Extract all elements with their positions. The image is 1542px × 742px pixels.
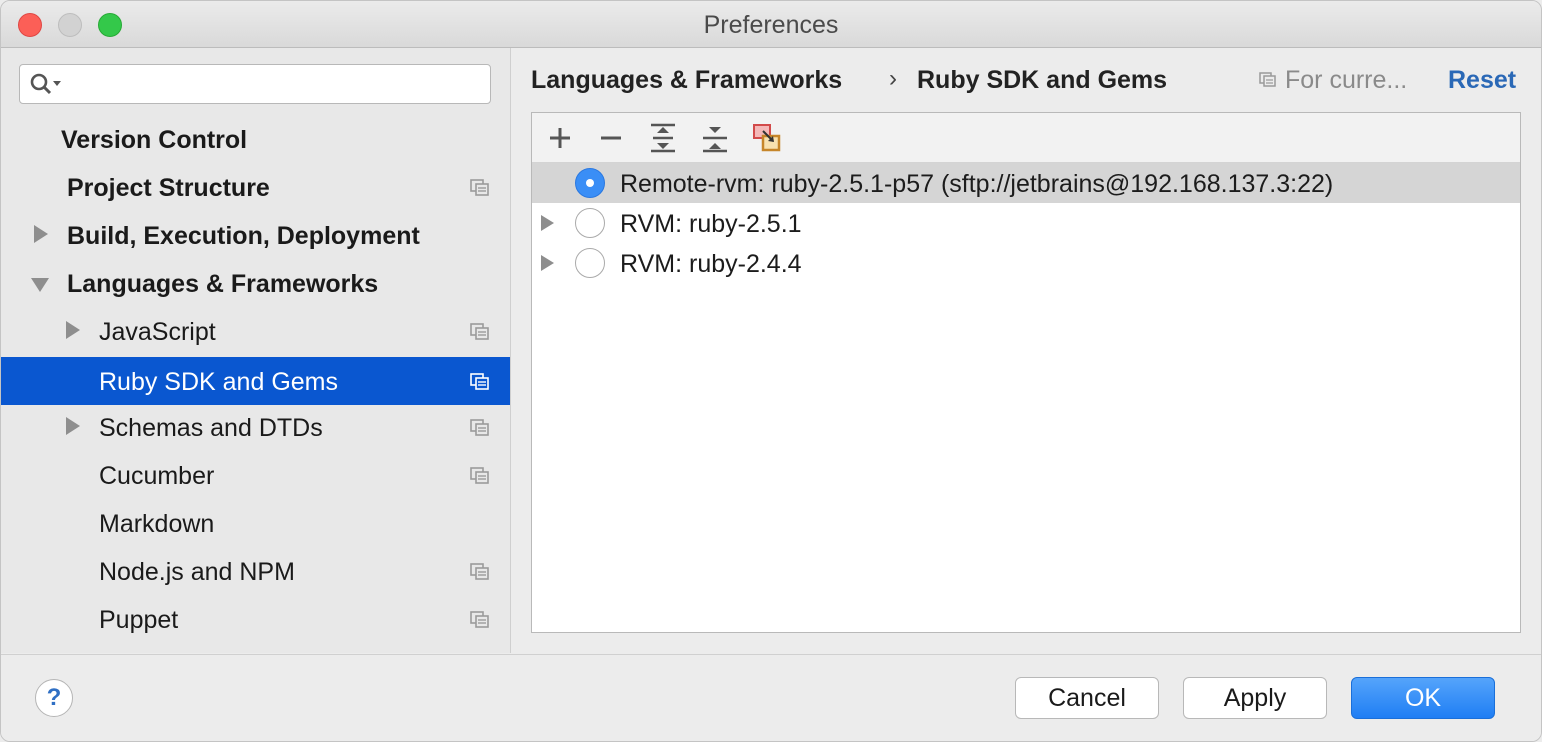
- sdk-row-remote-rvm[interactable]: Remote-rvm: ruby-2.5.1-p57 (sftp://jetbr…: [532, 163, 1520, 203]
- sdk-label: Remote-rvm: ruby-2.5.1-p57 (sftp://jetbr…: [620, 170, 1334, 198]
- project-scope-icon: [470, 611, 489, 628]
- sidebar-item-label: Project Structure: [67, 174, 270, 202]
- title-bar: Preferences: [1, 1, 1541, 48]
- preferences-window: Preferences Version Control Project Stru…: [0, 0, 1542, 742]
- sdk-toolbar: [532, 113, 1520, 163]
- sidebar-item-label: Cucumber: [99, 462, 215, 490]
- sidebar-item-label: Markdown: [99, 510, 215, 538]
- expand-all-icon[interactable]: [647, 122, 679, 154]
- project-scope-icon: [470, 467, 489, 484]
- settings-search-input[interactable]: [72, 70, 476, 100]
- sidebar-item-ruby-sdk-and-gems[interactable]: Ruby SDK and Gems: [1, 357, 510, 405]
- sdk-radio[interactable]: [575, 248, 605, 278]
- ruby-sdk-list-panel: Remote-rvm: ruby-2.5.1-p57 (sftp://jetbr…: [531, 112, 1521, 633]
- sdk-radio-selected[interactable]: [575, 168, 605, 198]
- sidebar-item-label: Languages & Frameworks: [67, 270, 379, 298]
- project-scope-icon: [470, 419, 489, 436]
- remove-icon[interactable]: [595, 122, 627, 154]
- settings-search-box[interactable]: [19, 64, 491, 104]
- sdk-label: RVM: ruby-2.4.4: [620, 250, 802, 278]
- sidebar-item-project-structure[interactable]: Project Structure: [1, 163, 510, 211]
- sdk-row-rvm-2-4-4[interactable]: RVM: ruby-2.4.4: [532, 243, 1520, 283]
- collapse-all-icon[interactable]: [699, 122, 731, 154]
- sidebar-item-label: Schemas and DTDs: [99, 414, 323, 442]
- ok-button[interactable]: OK: [1351, 677, 1495, 719]
- project-scope-icon: [1259, 72, 1276, 87]
- sidebar-item-label: Puppet: [99, 606, 179, 634]
- sidebar-item-label: JavaScript: [99, 318, 216, 346]
- sdk-row-rvm-2-5-1[interactable]: RVM: ruby-2.5.1: [532, 203, 1520, 243]
- sdk-radio[interactable]: [575, 208, 605, 238]
- sidebar-item-nodejs-and-npm[interactable]: Node.js and NPM: [1, 547, 510, 595]
- project-scope-icon: [470, 323, 489, 340]
- sidebar-item-javascript[interactable]: JavaScript: [1, 307, 510, 355]
- window-title: Preferences: [703, 11, 839, 39]
- sidebar-item-label: Version Control: [61, 126, 248, 154]
- cancel-button[interactable]: Cancel: [1015, 677, 1159, 719]
- sidebar-item-puppet[interactable]: Puppet: [1, 595, 510, 643]
- project-scope-icon: [470, 373, 489, 390]
- sidebar-item-build-execution-deployment[interactable]: Build, Execution, Deployment: [1, 211, 510, 259]
- scope-label: For curre...: [1285, 66, 1408, 94]
- collapse-arrow-icon[interactable]: [31, 278, 49, 292]
- breadcrumb-parent: Languages & Frameworks: [531, 66, 843, 94]
- expand-arrow-icon[interactable]: [66, 321, 80, 339]
- reset-link[interactable]: Reset: [1448, 66, 1516, 95]
- add-icon[interactable]: [544, 122, 576, 154]
- sidebar-item-languages-frameworks[interactable]: Languages & Frameworks: [1, 259, 510, 307]
- apply-button[interactable]: Apply: [1183, 677, 1327, 719]
- sidebar-item-label: Build, Execution, Deployment: [67, 222, 420, 250]
- expand-arrow-icon[interactable]: [66, 417, 80, 435]
- project-scope-icon: [470, 179, 489, 196]
- dialog-footer: ? Cancel Apply OK: [1, 654, 1541, 741]
- search-icon: [30, 73, 61, 95]
- settings-sidebar: Version Control Project Structure Build,…: [1, 48, 511, 653]
- sidebar-item-markdown[interactable]: Markdown: [1, 499, 510, 547]
- project-scope-icon: [470, 563, 489, 580]
- expand-arrow-icon[interactable]: [34, 225, 48, 243]
- expand-arrow-icon[interactable]: [541, 215, 554, 231]
- sdk-label: RVM: ruby-2.5.1: [620, 210, 802, 238]
- sidebar-item-label: Node.js and NPM: [99, 558, 295, 586]
- settings-content: Languages & Frameworks › Ruby SDK and Ge…: [511, 48, 1541, 653]
- expand-arrow-icon[interactable]: [541, 255, 554, 271]
- sidebar-item-version-control[interactable]: Version Control: [1, 115, 510, 163]
- sidebar-item-label: Ruby SDK and Gems: [99, 368, 338, 396]
- help-button[interactable]: ?: [35, 679, 73, 717]
- attach-gem-icon[interactable]: [751, 122, 783, 154]
- breadcrumb-separator: ›: [889, 65, 897, 92]
- sidebar-item-cucumber[interactable]: Cucumber: [1, 451, 510, 499]
- breadcrumb-current: Ruby SDK and Gems: [917, 66, 1168, 94]
- sidebar-item-schemas-and-dtds[interactable]: Schemas and DTDs: [1, 403, 510, 451]
